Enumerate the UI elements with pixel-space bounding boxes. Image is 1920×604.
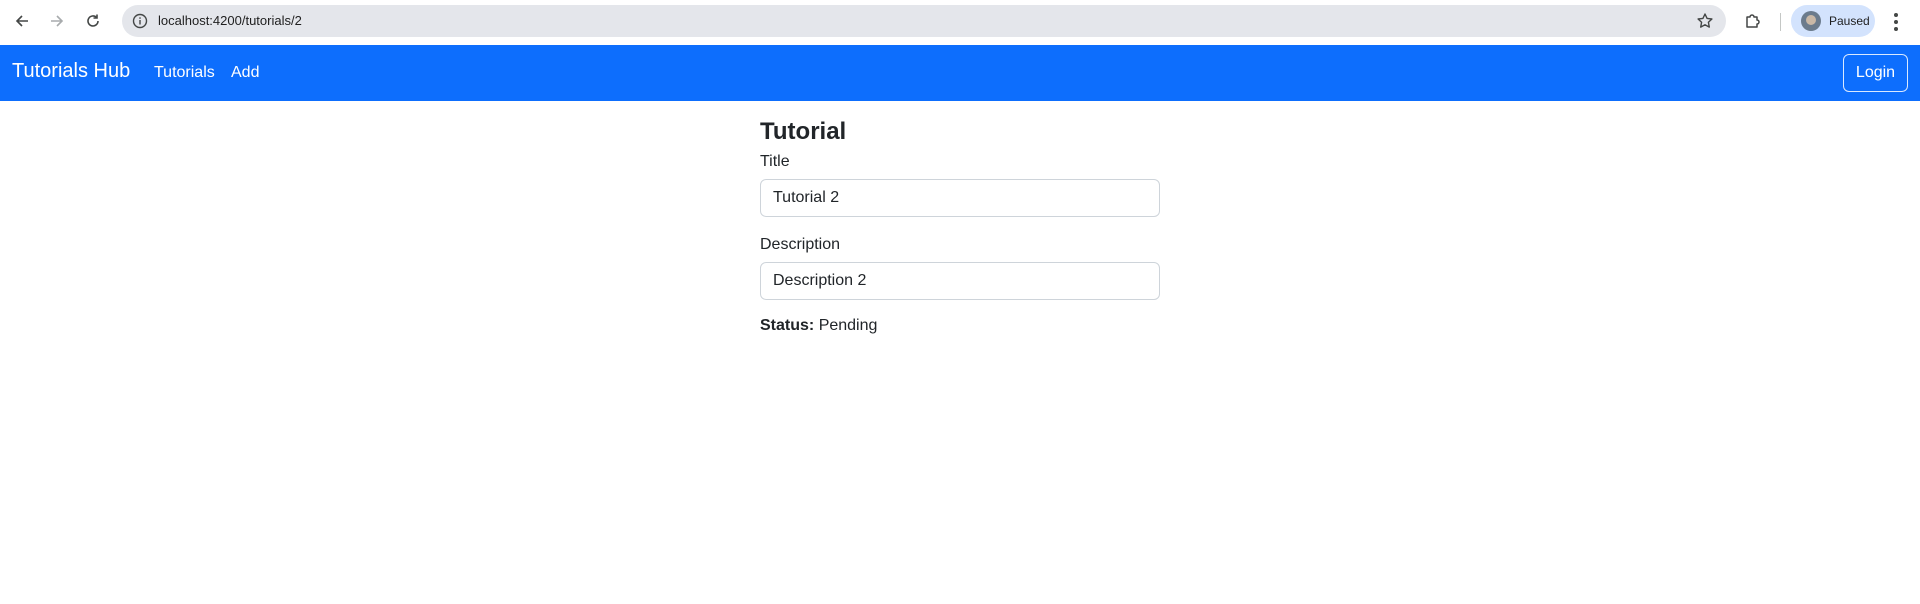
app-navbar: Tutorials Hub Tutorials Add Login	[0, 45, 1920, 101]
back-button[interactable]	[8, 7, 36, 35]
status-value: Pending	[818, 317, 878, 334]
site-info-icon[interactable]	[132, 13, 148, 29]
bookmark-star-icon[interactable]	[1696, 12, 1714, 30]
reload-icon	[87, 14, 99, 27]
description-label: Description	[760, 236, 841, 253]
back-arrow-icon	[15, 15, 28, 27]
extensions-puzzle-icon[interactable]	[1744, 12, 1762, 30]
profile-status-text: Paused	[1829, 14, 1870, 28]
description-input[interactable]: Description 2	[760, 262, 1160, 300]
status-line: Status: Pending	[760, 316, 1160, 336]
forward-button[interactable]	[43, 7, 71, 35]
avatar	[1801, 11, 1821, 31]
browser-toolbar: localhost:4200/tutorials/2 Paused	[0, 0, 1920, 45]
reload-button[interactable]	[79, 7, 107, 35]
login-button[interactable]: Login	[1843, 54, 1908, 92]
title-input[interactable]: Tutorial 2	[760, 179, 1160, 217]
url-text[interactable]: localhost:4200/tutorials/2	[158, 13, 302, 28]
toolbar-divider	[1780, 13, 1781, 31]
tutorial-detail: Tutorial Title Tutorial 2 Description De…	[760, 117, 1160, 336]
nav-link-tutorials[interactable]: Tutorials	[154, 64, 215, 82]
brand-link[interactable]: Tutorials Hub	[12, 60, 130, 83]
status-label: Status:	[760, 317, 815, 334]
title-label: Title	[760, 153, 790, 170]
nav-link-add[interactable]: Add	[231, 64, 259, 82]
browser-menu-icon[interactable]	[1886, 10, 1906, 34]
forward-arrow-icon	[51, 15, 64, 27]
description-group: Description Description 2	[760, 235, 1160, 300]
page-title: Tutorial	[760, 118, 847, 145]
address-bar[interactable]: localhost:4200/tutorials/2	[122, 5, 1726, 37]
profile-button[interactable]: Paused	[1791, 5, 1875, 37]
title-group: Title Tutorial 2	[760, 152, 1160, 217]
